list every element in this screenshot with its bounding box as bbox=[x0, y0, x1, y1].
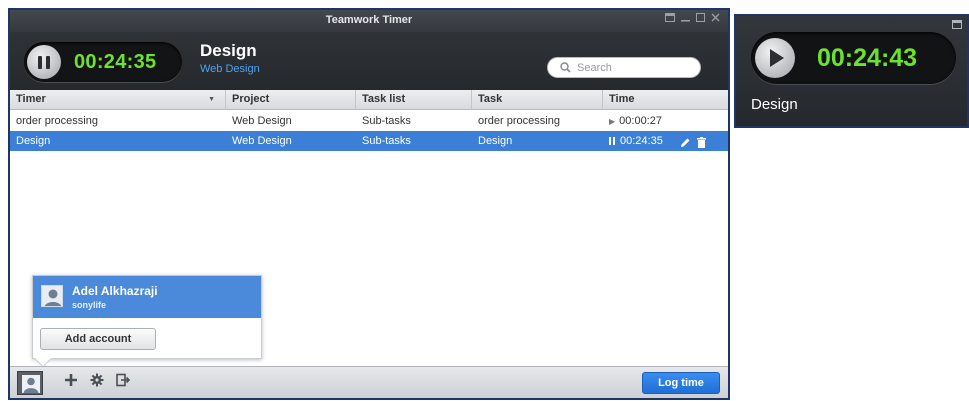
sort-caret-icon: ▼ bbox=[208, 96, 215, 103]
account-popup: Adel Alkhazraji sonylife Add account bbox=[32, 275, 262, 368]
edit-icon[interactable] bbox=[680, 135, 691, 151]
cell-task: Design bbox=[478, 135, 513, 147]
column-header-time[interactable]: Time bbox=[603, 90, 714, 110]
bottom-toolbar: Log time bbox=[10, 366, 728, 398]
account-item[interactable]: Adel Alkhazraji sonylife bbox=[33, 276, 261, 318]
timer-header: 00:24:35 Design Web Design bbox=[10, 32, 728, 90]
cell-task: order processing bbox=[478, 115, 560, 127]
table-row[interactable]: order processing Web Design Sub-tasks or… bbox=[10, 111, 728, 131]
minimize-icon[interactable] bbox=[681, 13, 690, 25]
cell-project: Web Design bbox=[232, 115, 292, 127]
current-project-link[interactable]: Web Design bbox=[200, 63, 260, 75]
play-icon bbox=[770, 49, 784, 67]
mini-timer-value: 00:24:43 bbox=[817, 44, 918, 72]
mini-timer-window: 00:24:43 Design bbox=[734, 14, 969, 128]
plus-icon[interactable] bbox=[64, 373, 78, 387]
table-header: Timer ▼ Project Task list Task Time bbox=[10, 90, 728, 110]
account-subtitle: sonylife bbox=[72, 300, 107, 310]
cell-task-list: Sub-tasks bbox=[362, 135, 411, 147]
column-header-task[interactable]: Task bbox=[472, 90, 603, 110]
logout-icon[interactable] bbox=[116, 373, 130, 387]
cell-time: 00:24:35 bbox=[603, 131, 714, 151]
user-icon bbox=[41, 285, 63, 307]
search-input[interactable] bbox=[577, 61, 687, 74]
cell-time: ▶ 00:00:27 bbox=[609, 115, 662, 127]
pause-button[interactable] bbox=[27, 45, 61, 79]
maximize-icon[interactable] bbox=[696, 13, 705, 25]
column-header-timer[interactable]: Timer ▼ bbox=[10, 90, 226, 110]
cell-timer: order processing bbox=[16, 115, 98, 127]
column-header-project[interactable]: Project bbox=[226, 90, 356, 110]
timer-value: 00:24:35 bbox=[74, 51, 157, 73]
log-time-button[interactable]: Log time bbox=[642, 372, 720, 394]
mini-task-title: Design bbox=[751, 96, 798, 113]
add-account-button[interactable]: Add account bbox=[40, 328, 156, 350]
window-controls bbox=[665, 13, 720, 25]
mini-timer-display: 00:24:43 bbox=[751, 32, 956, 84]
user-icon bbox=[22, 375, 40, 393]
close-icon[interactable] bbox=[711, 13, 720, 25]
search-box[interactable] bbox=[547, 57, 701, 78]
account-name: Adel Alkhazraji bbox=[72, 284, 158, 298]
column-header-task-list[interactable]: Task list bbox=[356, 90, 472, 110]
row-actions bbox=[680, 135, 706, 151]
play-button[interactable] bbox=[755, 38, 795, 78]
table-row-selected[interactable]: Design Web Design Sub-tasks Design 00:24… bbox=[10, 131, 728, 151]
restore-icon[interactable] bbox=[665, 13, 675, 25]
play-icon[interactable]: ▶ bbox=[609, 117, 615, 126]
title-bar[interactable]: Teamwork Timer bbox=[10, 10, 728, 32]
current-task-title: Design bbox=[200, 41, 257, 60]
gear-icon[interactable] bbox=[90, 373, 104, 387]
cell-task-list: Sub-tasks bbox=[362, 115, 411, 127]
popup-caret bbox=[34, 350, 52, 368]
account-button[interactable] bbox=[17, 371, 43, 395]
window-title: Teamwork Timer bbox=[325, 14, 413, 26]
trash-icon[interactable] bbox=[697, 135, 706, 151]
search-icon bbox=[560, 62, 571, 73]
cell-project: Web Design bbox=[232, 135, 292, 147]
pause-icon[interactable] bbox=[609, 137, 615, 146]
main-window: Teamwork Timer 00:24:35 Design Web Desig… bbox=[8, 8, 730, 400]
pause-icon bbox=[38, 55, 50, 69]
restore-icon[interactable] bbox=[952, 20, 962, 32]
cell-timer: Design bbox=[16, 135, 51, 147]
timer-display: 00:24:35 bbox=[24, 42, 182, 82]
toolbar-icons bbox=[64, 373, 130, 387]
